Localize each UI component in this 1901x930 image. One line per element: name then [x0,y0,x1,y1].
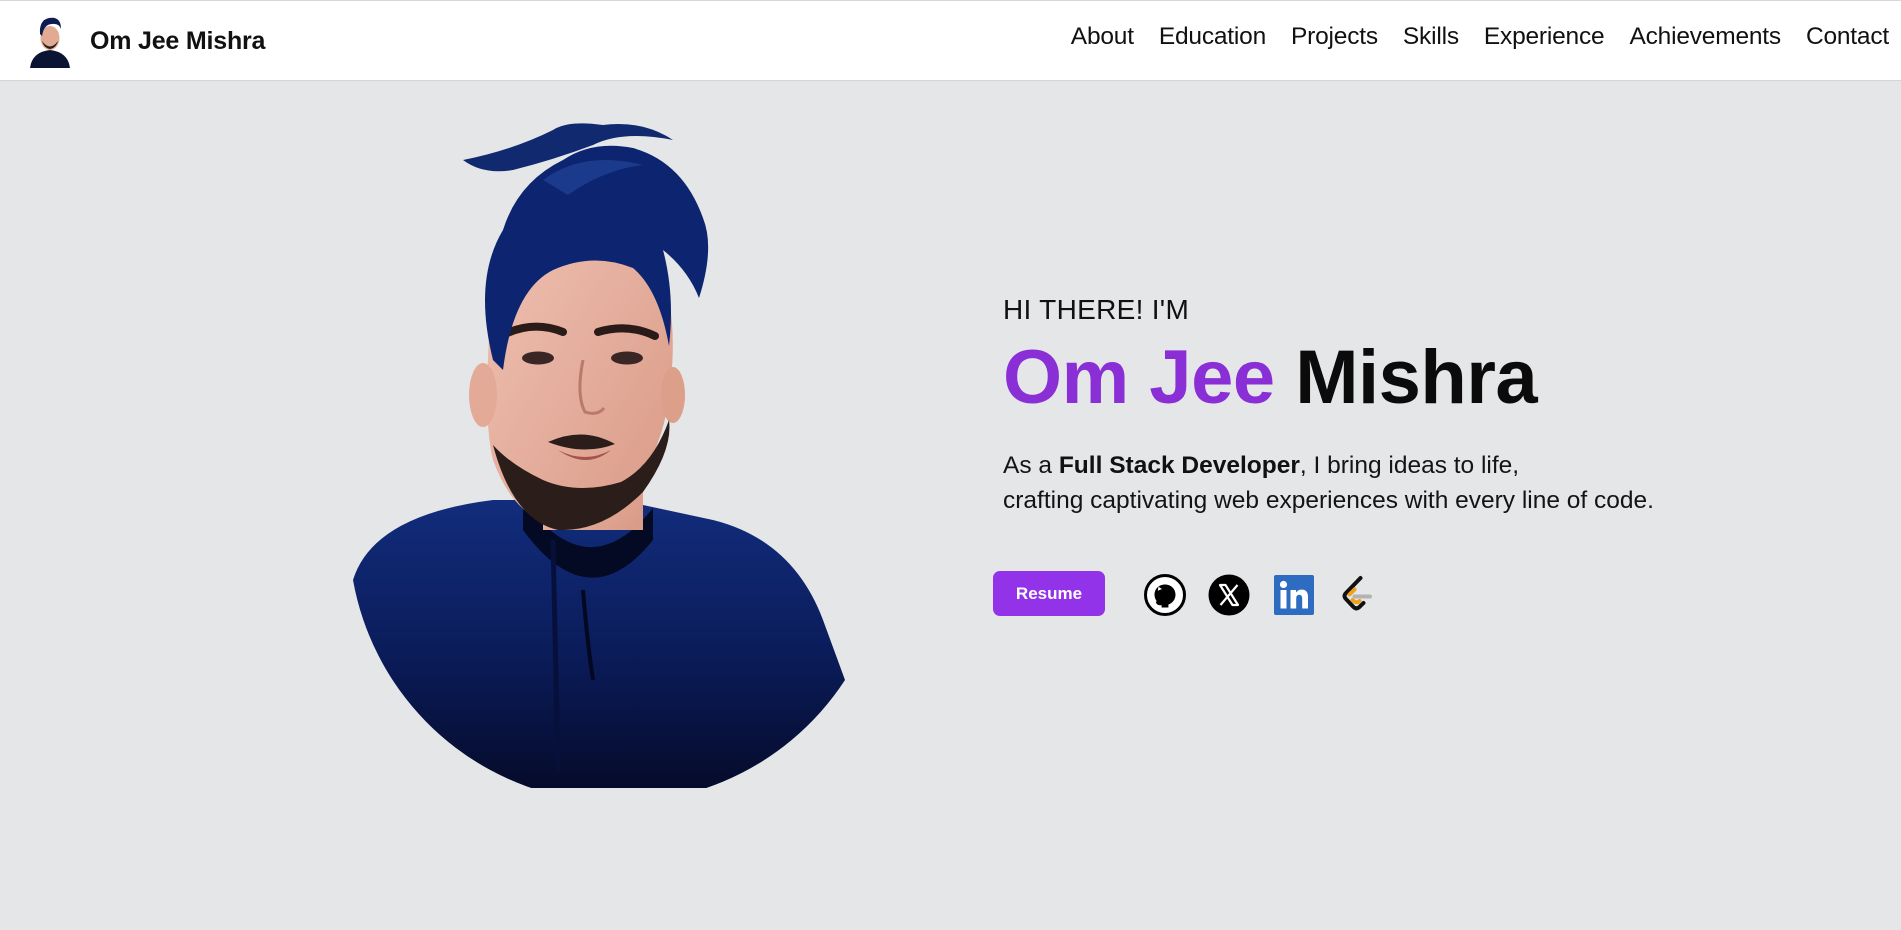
nav-link-about[interactable]: About [1071,23,1134,51]
tagline-line2: crafting captivating web experiences wit… [1003,487,1654,514]
nav-link-contact[interactable]: Contact [1806,23,1889,51]
nav-link-education[interactable]: Education [1159,23,1266,51]
github-icon[interactable] [1144,574,1186,616]
tagline-suffix: , I bring ideas to life, [1299,452,1520,479]
avatar [30,17,70,68]
hero-name: Om Jee Mishra [1003,333,1538,423]
x-icon[interactable] [1208,574,1250,616]
hero-tagline: As a Full Stack Developer, I bring ideas… [1003,448,1654,518]
linkedin-icon[interactable] [1273,574,1315,616]
hero-name-last: Mishra [1295,335,1538,420]
nav-links: About Education Projects Skills Experien… [1046,23,1889,51]
leetcode-icon[interactable] [1336,574,1378,616]
hero-greeting: HI THERE! I'M [1003,294,1190,325]
hero-name-first: Om Jee [1003,335,1275,420]
nav-link-projects[interactable]: Projects [1291,23,1378,51]
tagline-role: Full Stack Developer [1058,452,1300,479]
brand[interactable]: Om Jee Mishra [28,13,265,69]
brand-name: Om Jee Mishra [90,26,266,55]
nav-link-experience[interactable]: Experience [1484,23,1605,51]
navbar: Om Jee Mishra About Education Projects S… [0,0,1901,81]
nav-link-skills[interactable]: Skills [1403,23,1459,51]
profile-portrait [353,123,845,788]
resume-button[interactable]: Resume [993,571,1105,616]
nav-link-achievements[interactable]: Achievements [1629,23,1781,51]
tagline-prefix: As a [1003,452,1059,479]
